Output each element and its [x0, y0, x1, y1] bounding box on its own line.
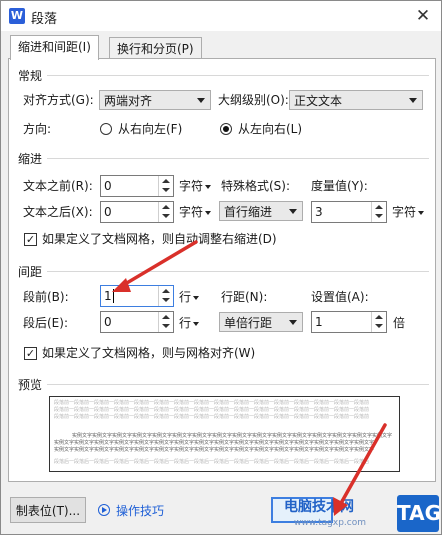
annotation-arrows [112, 240, 387, 516]
arrow-to-ok-button [333, 423, 387, 516]
tab-indent-spacing[interactable]: 缩进和间距(I) [10, 35, 99, 60]
arrow-to-spacing-before [112, 240, 198, 292]
